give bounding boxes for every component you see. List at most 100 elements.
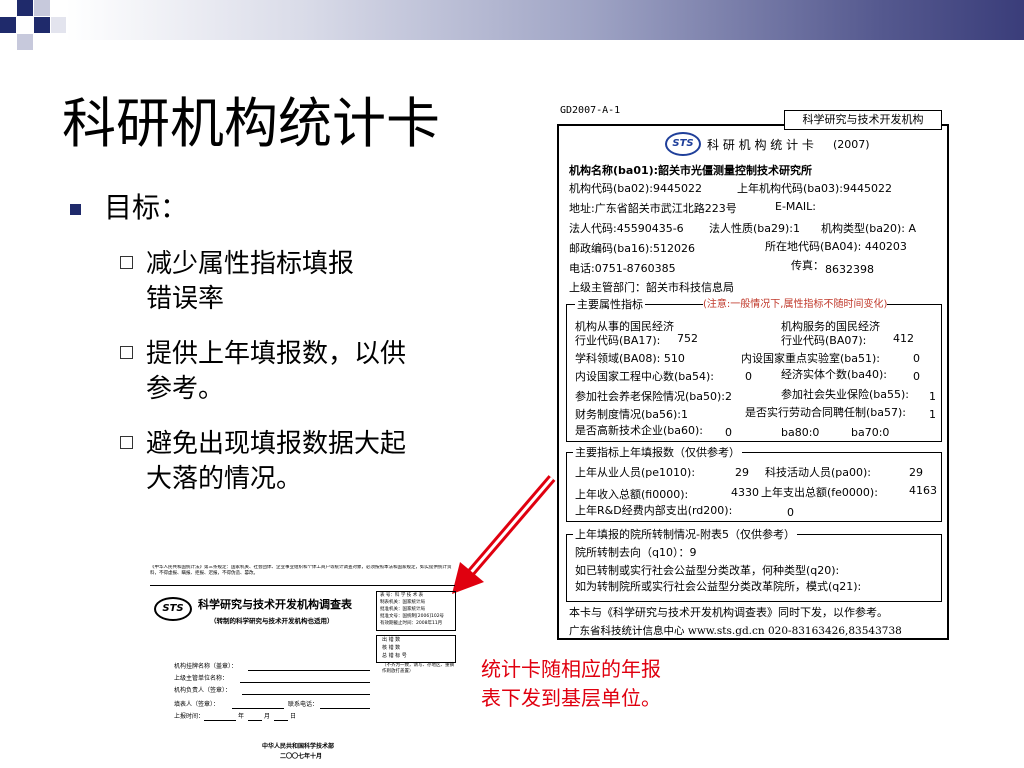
cover-date-line-month [248, 720, 262, 721]
cover-field-0-line [248, 670, 370, 671]
fax-label: 传真： [791, 259, 824, 272]
s1-l2b-val: 412 [893, 332, 914, 345]
cover-subtitle: （转制的科学研究与技术开发机构也适用） [210, 617, 334, 625]
legal-nature: 法人性质(ba29):1 [709, 222, 801, 235]
s2-l1b-val: 29 [909, 466, 923, 479]
sub-item-1-line1: 减少属性指标填报 [146, 249, 355, 279]
corner-square-2 [17, 0, 33, 16]
s1-l6b: 是否实行劳动合同聘任制(ba57): [745, 406, 907, 419]
cover-note: （不齐为一致，请写、存地区、重镇作则放打盖置） [382, 663, 454, 674]
s2-l3a-val: 0 [787, 506, 794, 519]
corner-square-7 [51, 17, 67, 33]
cover-field-1-line [240, 682, 370, 683]
header-gradient-bar [66, 0, 1024, 40]
corner-square-3 [34, 0, 50, 16]
s1-l6b-val: 1 [929, 408, 936, 421]
address: 地址:广东省韶关市武江北路223号 [569, 202, 737, 215]
s3-l3: 如为转制院所或实行社会公益型分类改革院所，模式(q21): [575, 580, 862, 593]
cover-field-2: 机构负责人（签章）： [174, 687, 232, 694]
s2-l1a-val: 29 [735, 466, 749, 479]
cover-ministry: 中华人民共和国科学技术部 [262, 743, 335, 750]
s1-l1b: 机构服务的国民经济 [781, 320, 880, 333]
s2-l2a-val: 4330 [731, 486, 759, 499]
s3-l2: 如已转制或实行社会公益型分类改革，何种类型(q20): [575, 564, 840, 577]
red-arrow-icon [452, 475, 556, 594]
s1-l2a: 行业代码(BA17): [575, 334, 661, 347]
s1-l3a: 学科领域(BA08): 510 [575, 352, 685, 365]
cover-date-year: 年 [238, 713, 245, 720]
card-code: GD2007-A-1 [560, 105, 621, 116]
sub-item-2-line1: 提供上年填报数，以供 [146, 339, 407, 369]
cover-meta-4: 有效期截止时间：2008年11月 [380, 621, 443, 626]
card-footer-2: 广东省科技统计信息中心 www.sts.gd.cn 020-83163426,8… [569, 625, 902, 637]
cover-field-0: 机构挂牌名称（盖章）： [174, 663, 238, 670]
cover-check-0: 出 错 数 [382, 637, 401, 643]
section-2-title: 主要指标上年填报数（仅供参考） [573, 446, 742, 460]
org-code: 机构代码(ba02):9445022 [569, 182, 702, 195]
s1-l4a: 内设国家工程中心数(ba54): [575, 370, 715, 383]
cover-title: 科学研究与技术开发机构调查表 [198, 598, 352, 611]
cover-date-month: 月 [264, 713, 271, 720]
sub-item-1-line2: 错误率 [146, 284, 225, 314]
slide-title: 科研机构统计卡 [62, 92, 440, 155]
s2-l1b: 科技活动人员(pa00): [765, 466, 872, 479]
email: E-MAIL: [775, 200, 817, 213]
s1-l6a: 财务制度情况(ba56):1 [575, 408, 689, 421]
section-1-note: (注意:一般情况下,属性指标不随时间变化) [703, 298, 888, 312]
s2-l1a: 上年从业人员(pe1010): [575, 466, 696, 479]
card-type-label: 科学研究与技术开发机构 [784, 110, 942, 130]
sub-item-2-line2: 参考。 [146, 374, 225, 404]
cover-header-line [150, 585, 455, 586]
sub-item-3-line1: 避免出现填报数据大起 [146, 429, 407, 459]
s1-l1a: 机构从事的国民经济 [575, 320, 674, 333]
hollow-square-icon [120, 346, 133, 359]
cover-date-day: 日 [290, 713, 297, 720]
s1-l3b-val: 0 [913, 352, 920, 365]
cover-date-line-year [204, 720, 236, 721]
cover-check-2: 总 错 标 号 [382, 653, 407, 659]
cover-field-1: 上级主管单位名称： [174, 675, 229, 682]
sub-item-2: 提供上年填报数，以供 参考。 [120, 337, 500, 407]
s2-l2a: 上年收入总额(fi0000): [575, 488, 689, 501]
corner-square-1 [0, 0, 16, 16]
s1-l3b: 内设国家重点实验室(ba51): [741, 352, 881, 365]
cover-date: 二〇〇七年十月 [280, 753, 323, 760]
cover-check-1: 核 错 数 [382, 645, 401, 651]
s1-l5a: 参加社会养老保险情况(ba50):2 [575, 390, 733, 403]
card-title: 科 研 机 构 统 计 卡 [707, 138, 814, 152]
cover-contact-line [320, 708, 370, 709]
caption-text: 统计卡随相应的年报表下发到基层单位。 [481, 657, 661, 710]
cover-field-3-line [232, 708, 284, 709]
corner-square-5 [34, 17, 50, 33]
card-year: (2007) [833, 138, 870, 151]
bullet-goal: 目标： [104, 191, 189, 224]
cover-field-3: 填表人（签章）： [174, 701, 220, 708]
hollow-square-icon [120, 436, 133, 449]
s2-l2b-val: 4163 [909, 484, 937, 497]
questionnaire-cover: 《中华人民共和国统计法》第三条规定：国家机关、社会团体、企业事业组织和个体工商户… [150, 563, 457, 768]
s1-l4a-val: 0 [745, 370, 752, 383]
cover-contact: 联系电话： [288, 701, 319, 708]
s1-l4b: 经济实体个数(ba40): [781, 368, 888, 381]
sts-logo-icon: STS [665, 132, 701, 156]
s2-l3a: 上年R&D经费内部支出(rd200): [575, 504, 733, 517]
bullet-square-icon [70, 204, 81, 215]
corner-square-6 [17, 34, 33, 50]
s1-l4b-val: 0 [913, 370, 920, 383]
cover-header: 《中华人民共和国统计法》第三条规定：国家机关、社会团体、企业事业组织和个体工商户… [150, 565, 452, 576]
section-3-title: 上年填报的院所转制情况-附表5（仅供参考） [573, 528, 797, 542]
s1-l7b: ba80:0 [781, 426, 820, 439]
cover-field-2-line [242, 694, 370, 695]
section-1-title: 主要属性指标 [575, 298, 645, 312]
superior-dept: 上级主管部门：韶关市科技信息局 [569, 281, 734, 294]
fax: 8632398 [825, 263, 874, 276]
corner-square-4 [0, 17, 16, 33]
region-code: 所在地代码(BA04): 440203 [765, 240, 907, 253]
card-footer-1: 本卡与《科学研究与技术开发机构调查表》同时下发，以作参考。 [569, 606, 888, 619]
org-type: 机构类型(ba20): A [821, 222, 917, 235]
legal-code: 法人代码:45590435-6 [569, 222, 684, 235]
s3-l1: 院所转制去向（q10）：9 [575, 546, 697, 559]
s1-l7a-val: 0 [725, 426, 732, 439]
cover-sts-logo-icon: STS [154, 597, 192, 621]
s1-l5b: 参加社会失业保险(ba55): [781, 388, 910, 401]
